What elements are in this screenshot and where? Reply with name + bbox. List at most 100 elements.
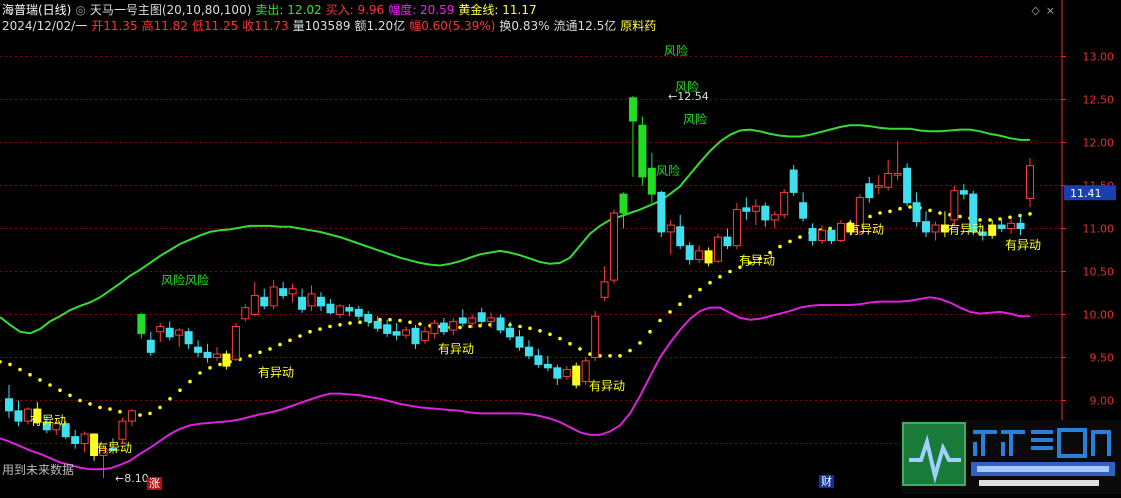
- y-tick-label: 9.50: [1090, 352, 1115, 365]
- candle-body: [316, 296, 325, 307]
- golden-dot: [338, 323, 342, 327]
- candle-body: [430, 322, 439, 334]
- golden-dot: [688, 294, 692, 299]
- candle: [600, 266, 609, 301]
- candle: [364, 311, 373, 327]
- golden-dot: [568, 341, 572, 346]
- golden-dot: [418, 322, 422, 326]
- candle-body: [751, 205, 760, 212]
- volume-value: 量103589: [292, 19, 351, 33]
- golden-dot: [898, 206, 902, 211]
- header-line-2: 2024/12/02/一 开11.35 高11.82 低11.25 收11.73 量103…: [2, 19, 660, 33]
- golden-dot: [908, 205, 912, 209]
- y-tick-label: 12.00: [1083, 137, 1115, 150]
- diamond-icon[interactable]: ◇: [1031, 4, 1039, 17]
- candle: [506, 321, 515, 341]
- candle: [335, 304, 344, 318]
- indicator-name[interactable]: 天马一号主图(20,10,80,100): [90, 3, 252, 17]
- candle-body: [543, 363, 552, 369]
- candle: [439, 317, 448, 336]
- candle-body: [80, 433, 89, 445]
- golden-dot: [358, 320, 362, 325]
- candle-body: [458, 317, 467, 324]
- candle: [950, 185, 959, 226]
- current-price-label: 11.41: [1070, 187, 1102, 200]
- candle: [714, 233, 723, 263]
- limit-up-badge[interactable]: 涨: [147, 477, 162, 490]
- candle-body: [487, 317, 496, 322]
- candle-body: [279, 288, 288, 297]
- candle: [619, 192, 628, 229]
- candle: [203, 343, 212, 363]
- candle: [1026, 157, 1034, 207]
- candle-body: [808, 228, 817, 242]
- candle-body: [761, 205, 770, 221]
- candle-body: [231, 326, 240, 360]
- candle: [695, 245, 704, 263]
- golden-dot: [1028, 212, 1032, 216]
- candle-body: [1016, 222, 1025, 229]
- candle-body: [212, 353, 221, 358]
- candle-body: [591, 315, 600, 358]
- candle: [392, 323, 401, 341]
- candle-body: [638, 124, 647, 178]
- candle-body: [770, 214, 779, 221]
- candle: [298, 288, 307, 313]
- candle-body: [628, 97, 637, 122]
- candle: [553, 364, 562, 386]
- candle-body: [524, 346, 533, 357]
- candle: [118, 417, 127, 444]
- candle: [903, 163, 912, 207]
- golden-dot: [168, 397, 172, 401]
- candle: [685, 242, 694, 265]
- candle: [997, 219, 1006, 232]
- candle-body: [818, 229, 827, 242]
- candle: [71, 429, 80, 449]
- candle-body: [496, 317, 505, 331]
- candle-body: [345, 307, 354, 312]
- candle: [515, 329, 524, 351]
- low-value: 低11.25: [191, 19, 239, 33]
- candle-body: [931, 224, 940, 233]
- candle-body: [269, 286, 278, 307]
- site-logo: [901, 420, 1121, 494]
- candle: [742, 197, 751, 220]
- sector-value[interactable]: 原料药: [620, 19, 656, 33]
- indicator-gear-icon[interactable]: ◎: [75, 3, 85, 17]
- candle: [449, 317, 458, 336]
- golden-dot: [268, 347, 272, 351]
- candle-body: [666, 224, 675, 233]
- candle: [647, 152, 656, 203]
- symbol-title[interactable]: 海普瑞(日线): [2, 3, 71, 17]
- candle: [5, 385, 13, 418]
- close-icon[interactable]: ×: [1046, 4, 1055, 17]
- y-tick-label: 11.00: [1083, 223, 1115, 236]
- signal-annotation: 有异动: [30, 414, 66, 428]
- signal-annotation: 风险风险: [161, 272, 209, 287]
- candle-body: [647, 167, 656, 195]
- candle-body: [950, 190, 959, 221]
- candle: [269, 280, 278, 310]
- candle: [704, 247, 713, 267]
- candle: [723, 228, 732, 250]
- y-tick-label: 10.50: [1083, 266, 1115, 279]
- golden-dot: [108, 407, 112, 411]
- finance-badge[interactable]: 财: [819, 475, 834, 488]
- golden-dot: [8, 362, 12, 367]
- candle-body: [354, 308, 363, 317]
- golden-dot: [328, 324, 332, 329]
- golden-dot: [648, 329, 652, 334]
- golden-dot: [58, 388, 62, 393]
- candle: [316, 292, 325, 312]
- candle: [628, 96, 637, 177]
- golden-dot: [618, 354, 622, 358]
- candle: [562, 366, 571, 380]
- candle: [1016, 214, 1025, 236]
- close-value: 收11.73: [242, 19, 289, 33]
- header-line-1: 海普瑞(日线) ◎ 天马一号主图(20,10,80,100) 卖出: 12.02 买入:…: [2, 3, 541, 17]
- candle-body: [14, 410, 23, 422]
- candle: [912, 192, 921, 227]
- candle-body: [619, 193, 628, 214]
- golden-dot: [408, 320, 412, 325]
- candle-body: [534, 355, 543, 365]
